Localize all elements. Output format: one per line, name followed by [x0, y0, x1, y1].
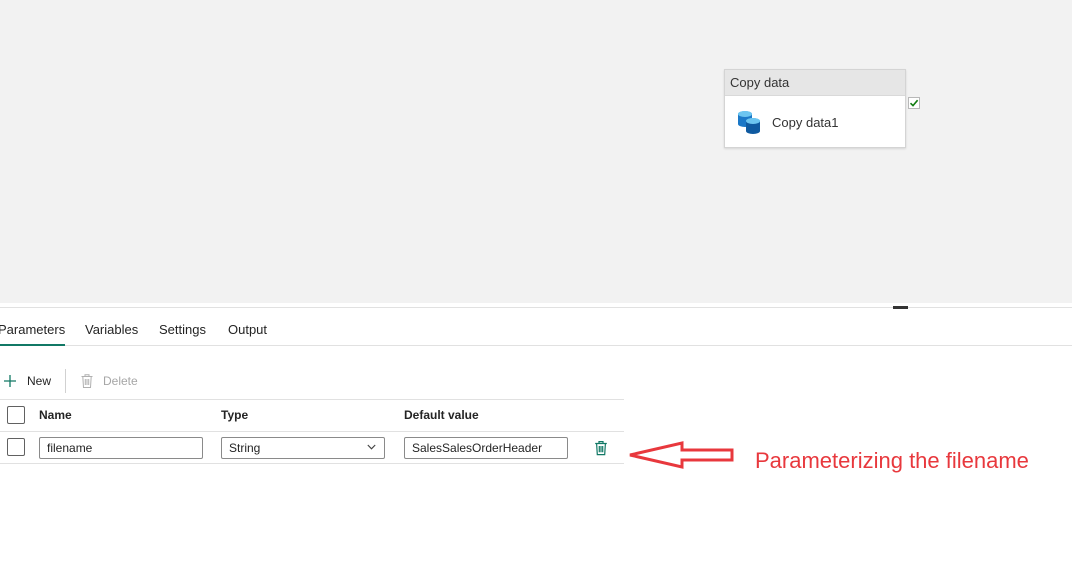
bottom-panel-tabs: Parameters Variables Settings Output: [0, 316, 1072, 346]
copy-data-icon: [738, 111, 760, 134]
table-row: filename String SalesSalesOrderHeader: [0, 432, 624, 464]
row-checkbox[interactable]: [7, 438, 25, 456]
tab-variables[interactable]: Variables: [85, 316, 138, 346]
tab-settings[interactable]: Settings: [159, 316, 206, 346]
annotation-arrow-icon: [629, 441, 734, 469]
pipeline-canvas[interactable]: Copy data Copy data1: [0, 0, 1072, 303]
parameters-toolbar: New Delete: [0, 367, 300, 395]
parameter-name-input[interactable]: filename: [39, 437, 203, 459]
tab-output[interactable]: Output: [228, 316, 267, 346]
trash-icon: [81, 374, 93, 388]
parameter-type-select[interactable]: String: [221, 437, 385, 459]
plus-icon: [4, 375, 16, 387]
table-header: Name Type Default value: [0, 399, 624, 432]
select-all-checkbox[interactable]: [7, 406, 25, 424]
panel-divider: [0, 303, 1072, 308]
tab-parameters[interactable]: Parameters: [0, 316, 66, 346]
activity-type-label: Copy data: [725, 70, 905, 96]
parameters-table: Name Type Default value filename String …: [0, 399, 624, 464]
activity-name: Copy data1: [772, 114, 839, 130]
column-header-type: Type: [221, 408, 249, 422]
resize-handle[interactable]: [893, 306, 908, 309]
new-button-label: New: [27, 374, 52, 388]
checkmark-icon[interactable]: [908, 97, 920, 109]
annotation-text: Parameterizing the filename: [755, 448, 1029, 473]
parameter-default-value-input[interactable]: SalesSalesOrderHeader: [404, 437, 568, 459]
column-header-name: Name: [39, 408, 72, 422]
delete-row-trash-icon[interactable]: [594, 440, 608, 456]
delete-parameter-button[interactable]: Delete: [80, 367, 138, 395]
delete-button-label: Delete: [103, 374, 138, 388]
toolbar-separator: [65, 369, 66, 393]
column-header-default-value: Default value: [404, 408, 479, 422]
copy-data-activity[interactable]: Copy data Copy data1: [724, 69, 906, 148]
chevron-down-icon: [367, 444, 376, 450]
parameter-type-value: String: [229, 441, 261, 455]
new-parameter-button[interactable]: New: [2, 367, 51, 395]
